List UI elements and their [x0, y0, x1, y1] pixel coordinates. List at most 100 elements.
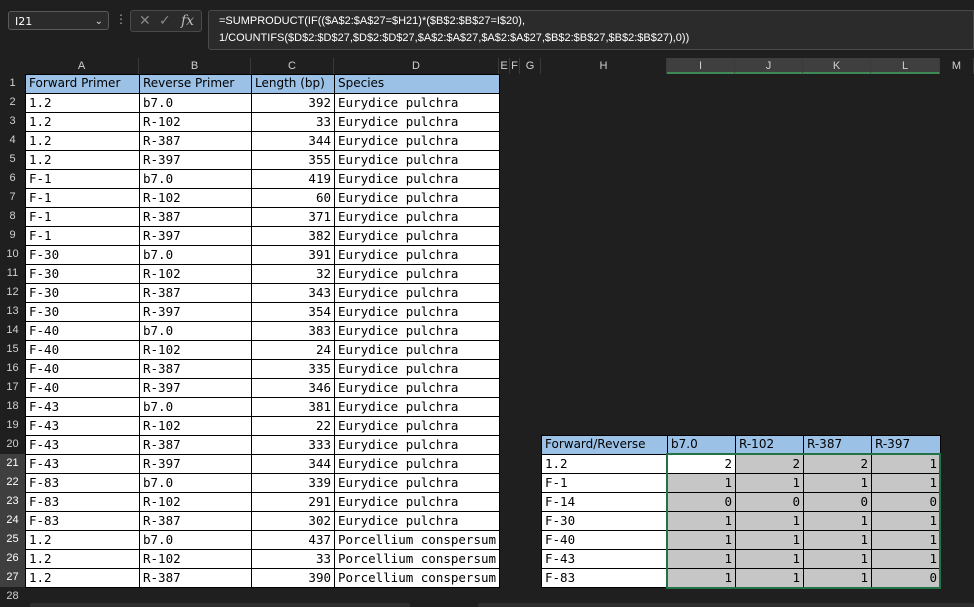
table-cell[interactable]: 344	[251, 454, 335, 474]
table-cell[interactable]: Eurydice pulchra	[334, 416, 500, 436]
row-header[interactable]: 23	[0, 492, 25, 511]
table-cell[interactable]: Eurydice pulchra	[334, 473, 500, 493]
table-cell[interactable]: Eurydice pulchra	[334, 321, 500, 341]
table-cell[interactable]: Eurydice pulchra	[334, 188, 500, 208]
pivot-cell[interactable]: 2	[667, 454, 736, 474]
pivot-cell[interactable]: 2	[735, 454, 804, 474]
more-options-icon[interactable]: ⋮	[115, 12, 127, 26]
row-header[interactable]: 14	[0, 321, 25, 340]
row-header[interactable]: 15	[0, 340, 25, 359]
table-cell[interactable]: Eurydice pulchra	[334, 207, 500, 227]
table-cell[interactable]: b7.0	[139, 245, 252, 265]
table-cell[interactable]: F-1	[25, 226, 140, 246]
table-cell[interactable]: F-43	[25, 454, 140, 474]
table-cell[interactable]: 1.2	[25, 568, 140, 588]
table-cell[interactable]: F-43	[25, 435, 140, 455]
pivot-cell[interactable]: 0	[871, 568, 941, 588]
pivot-cell[interactable]: 1	[735, 473, 804, 493]
table-cell[interactable]: F-30	[25, 283, 140, 303]
formula-input[interactable]: =SUMPRODUCT(IF(($A$2:$A$27=$H21)*($B$2:$…	[208, 10, 974, 50]
pivot-cell[interactable]: 1	[803, 530, 872, 550]
table-cell[interactable]: F-43	[25, 416, 140, 436]
table-cell[interactable]: R-387	[139, 207, 252, 227]
row-header[interactable]: 20	[0, 435, 25, 454]
pivot-cell[interactable]: F-40	[541, 530, 668, 550]
row-header[interactable]: 9	[0, 226, 25, 245]
pivot-cell[interactable]: 1	[735, 549, 804, 569]
table-cell[interactable]: Eurydice pulchra	[334, 169, 500, 189]
row-header[interactable]: 3	[0, 112, 25, 131]
table-cell[interactable]: R-102	[139, 112, 252, 132]
pivot-header-cell[interactable]: R-397	[871, 435, 941, 455]
table-cell[interactable]: 1.2	[25, 530, 140, 550]
table-cell[interactable]: F-30	[25, 302, 140, 322]
table-cell[interactable]: 344	[251, 131, 335, 151]
table-cell[interactable]: 24	[251, 340, 335, 360]
column-header-g[interactable]: G	[520, 58, 541, 74]
table-cell[interactable]: 354	[251, 302, 335, 322]
pivot-cell[interactable]: 0	[871, 492, 941, 512]
table-cell[interactable]: F-1	[25, 188, 140, 208]
table-cell[interactable]: Eurydice pulchra	[334, 131, 500, 151]
row-header[interactable]: 8	[0, 207, 25, 226]
pivot-cell[interactable]: 1	[667, 473, 736, 493]
column-header-h[interactable]: H	[541, 58, 667, 74]
table-cell[interactable]: 335	[251, 359, 335, 379]
row-header[interactable]: 25	[0, 530, 25, 549]
pivot-cell[interactable]: F-30	[541, 511, 668, 531]
table-cell[interactable]: F-1	[25, 207, 140, 227]
column-header-m[interactable]: M	[940, 58, 974, 74]
table-cell[interactable]: b7.0	[139, 473, 252, 493]
column-header-j[interactable]: J	[735, 58, 803, 74]
row-header[interactable]: 24	[0, 511, 25, 530]
row-header[interactable]: 6	[0, 169, 25, 188]
table-cell[interactable]: F-40	[25, 378, 140, 398]
table-cell[interactable]: R-102	[139, 492, 252, 512]
table-cell[interactable]: R-102	[139, 340, 252, 360]
column-header-d[interactable]: D	[334, 58, 499, 74]
row-header[interactable]: 26	[0, 549, 25, 568]
pivot-cell[interactable]: 1	[803, 549, 872, 569]
row-header[interactable]: 19	[0, 416, 25, 435]
table-cell[interactable]: Eurydice pulchra	[334, 359, 500, 379]
table-cell[interactable]: R-387	[139, 359, 252, 379]
pivot-cell[interactable]: 1	[667, 530, 736, 550]
table-cell[interactable]: F-30	[25, 245, 140, 265]
table-cell[interactable]: Eurydice pulchra	[334, 245, 500, 265]
row-header[interactable]: 18	[0, 397, 25, 416]
row-header[interactable]: 12	[0, 283, 25, 302]
table-cell[interactable]: b7.0	[139, 169, 252, 189]
table-cell[interactable]: F-1	[25, 169, 140, 189]
table-cell[interactable]: 1.2	[25, 549, 140, 569]
table-cell[interactable]: F-83	[25, 492, 140, 512]
pivot-cell[interactable]: 0	[667, 492, 736, 512]
column-header-a[interactable]: A	[25, 58, 139, 74]
horizontal-scrollbar[interactable]	[30, 603, 410, 607]
table-cell[interactable]: Eurydice pulchra	[334, 264, 500, 284]
row-header[interactable]: 16	[0, 359, 25, 378]
pivot-cell[interactable]: 1	[871, 454, 941, 474]
table-cell[interactable]: R-102	[139, 549, 252, 569]
pivot-cell[interactable]: 1	[803, 511, 872, 531]
row-header[interactable]: 2	[0, 93, 25, 112]
pivot-header-cell[interactable]: R-387	[803, 435, 872, 455]
table-cell[interactable]: R-387	[139, 511, 252, 531]
cancel-icon[interactable]: ✕	[139, 11, 151, 31]
table-cell[interactable]: R-397	[139, 226, 252, 246]
row-header[interactable]: 27	[0, 568, 25, 587]
table-cell[interactable]: 419	[251, 169, 335, 189]
table-cell[interactable]: b7.0	[139, 397, 252, 417]
table-cell[interactable]: R-397	[139, 302, 252, 322]
row-header[interactable]: 21	[0, 454, 25, 473]
table-cell[interactable]: F-40	[25, 340, 140, 360]
table-cell[interactable]: R-397	[139, 454, 252, 474]
table-cell[interactable]: 1.2	[25, 131, 140, 151]
table-cell[interactable]: Eurydice pulchra	[334, 511, 500, 531]
table-cell[interactable]: F-83	[25, 511, 140, 531]
table-cell[interactable]: 391	[251, 245, 335, 265]
pivot-header-cell[interactable]: R-102	[735, 435, 804, 455]
row-header[interactable]: 7	[0, 188, 25, 207]
table-cell[interactable]: 1.2	[25, 150, 140, 170]
table-cell[interactable]: b7.0	[139, 93, 252, 113]
pivot-header-cell[interactable]: Forward/Reverse	[541, 435, 668, 455]
